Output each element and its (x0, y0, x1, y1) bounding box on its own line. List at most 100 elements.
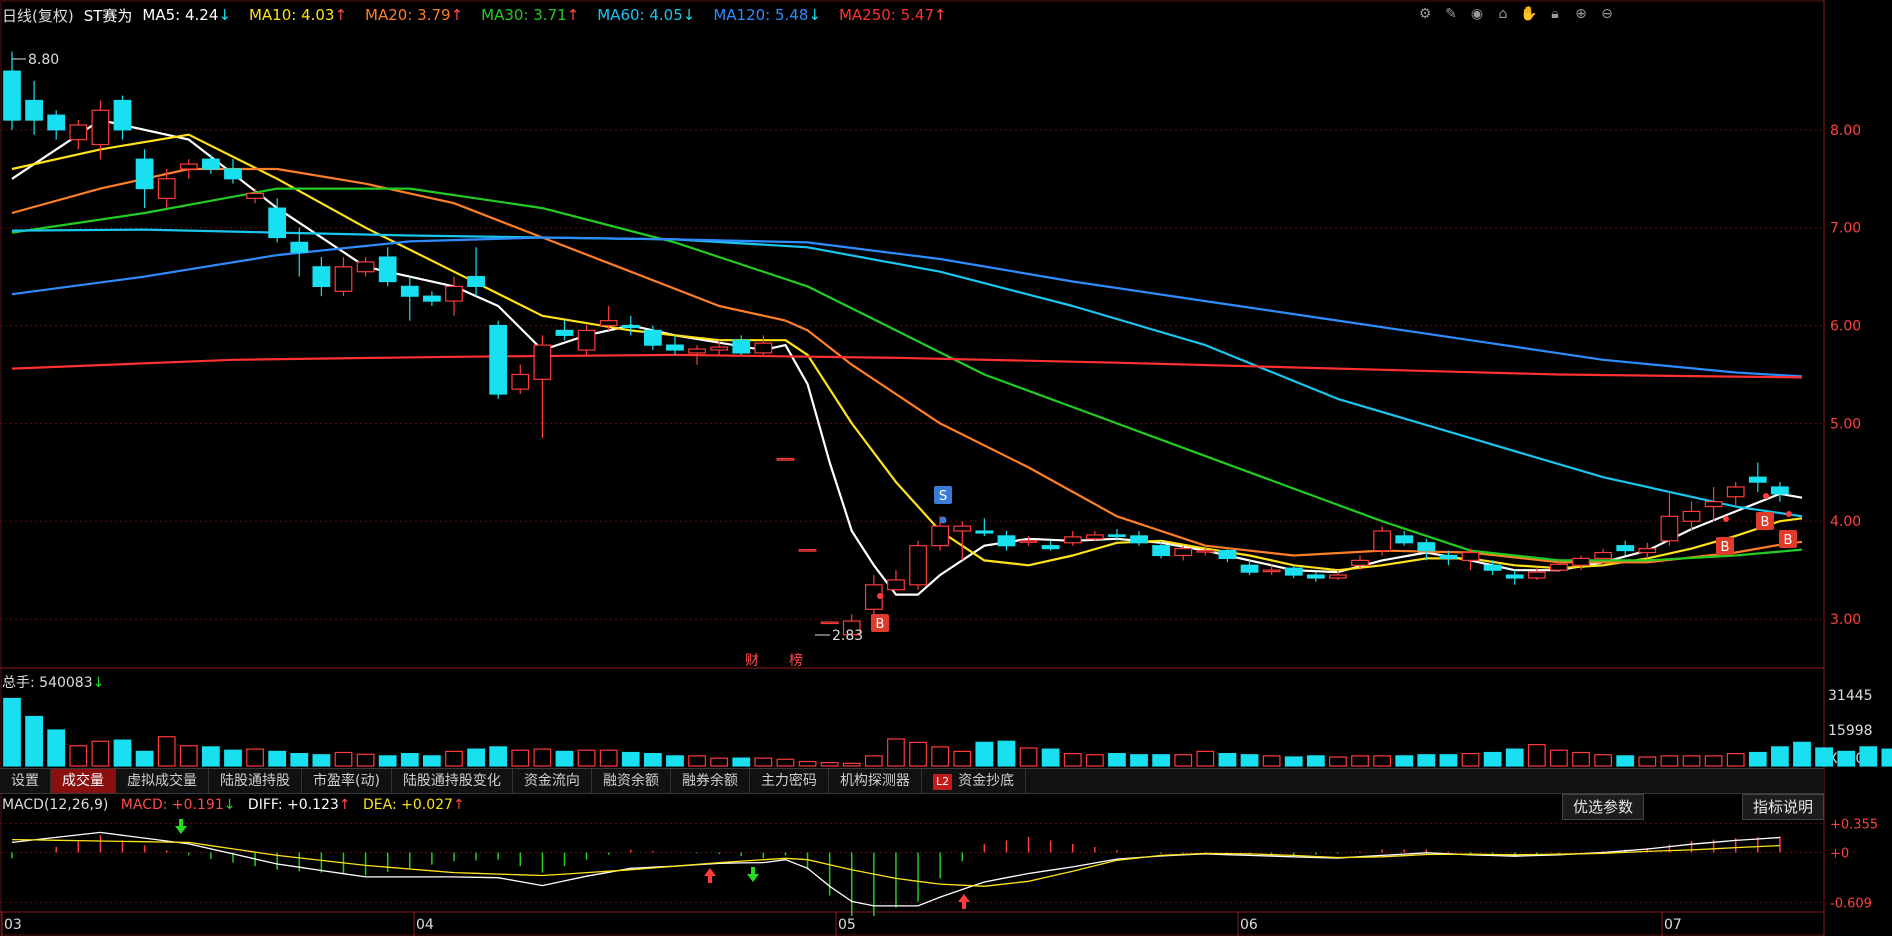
volume-bar (1373, 755, 1392, 767)
candle-body (533, 344, 552, 380)
volume-bar (1439, 754, 1458, 767)
lock-icon[interactable]: 🔒︎ (1545, 4, 1565, 24)
price-axis-label: 7.00 (1830, 221, 1861, 237)
volume-bar (179, 745, 198, 767)
tab-item[interactable]: 成交量 (51, 769, 116, 793)
volume-bar (599, 749, 618, 767)
indicator-help-button[interactable]: 指标说明 (1742, 794, 1825, 820)
candle-body (776, 458, 795, 461)
volume-bar (643, 753, 662, 767)
candle-body (1152, 545, 1171, 557)
ma-arrow: ↑ (450, 6, 464, 24)
candle-body (356, 261, 375, 273)
candle-body (1616, 545, 1635, 552)
buy-marker-dot (1763, 493, 1769, 499)
volume-total: 总手: 540083 (2, 675, 93, 691)
chart-toolbar: ⚙ ✎ ◉ ⌂ ✋ 🔒︎ ⊕ ⊖ (1415, 4, 1617, 24)
candle-body (1373, 530, 1392, 552)
volume-bar (997, 740, 1016, 767)
volume-bar (1041, 748, 1060, 767)
l2-badge: L2 (932, 774, 953, 790)
tab-item[interactable]: 陆股通持股变化 (392, 769, 513, 793)
volume-bar (776, 758, 795, 767)
period-label[interactable]: 日线(复权) (2, 5, 74, 26)
eye-icon[interactable]: ◉ (1467, 4, 1487, 24)
sell-marker: S (939, 489, 947, 504)
volume-bar (489, 746, 508, 767)
volume-bar (1019, 747, 1038, 767)
candle-body (1351, 559, 1369, 566)
candle-body (732, 339, 751, 354)
candle-body (909, 545, 927, 586)
diff-value: DIFF: +0.123 (247, 797, 339, 813)
tab-item[interactable]: 市盈率(动) (302, 769, 392, 793)
tab-item[interactable]: 机构探测器 (829, 769, 922, 793)
volume-bar (1174, 754, 1193, 767)
pen-icon[interactable]: ✎ (1441, 4, 1461, 24)
volume-bar (555, 750, 574, 767)
ma-line (11, 353, 1803, 379)
tab-item[interactable]: 设置 (0, 769, 51, 793)
tab-item[interactable]: 陆股通持股 (209, 769, 302, 793)
candle-body (1439, 554, 1458, 560)
candle-body (887, 579, 905, 591)
ma-item: MA60: 4.05↓ (597, 6, 696, 24)
candle-body (599, 320, 618, 327)
hand-icon[interactable]: ✋ (1519, 4, 1539, 24)
volume-bar (1063, 753, 1082, 767)
candle-body (710, 346, 729, 351)
buy-marker-dot (1786, 511, 1792, 517)
volume-bar (1130, 754, 1148, 767)
ma-arrow: ↑ (934, 6, 947, 24)
volume-bar (422, 755, 441, 767)
ma-arrow: ↑ (334, 6, 348, 24)
candle-body (820, 621, 839, 625)
candle-body (157, 178, 176, 199)
ma-item: MA5: 4.24↓ (142, 6, 231, 24)
volume-bar (445, 750, 463, 767)
candle-body (1417, 542, 1436, 552)
price-axis-label: 6.00 (1830, 319, 1861, 335)
candle-body (489, 324, 508, 395)
volume-axis-label: 15998 (1828, 723, 1873, 739)
candle-body (25, 99, 43, 121)
tab-label: 设置 (11, 773, 39, 789)
candle-body (953, 525, 972, 532)
settings-icon[interactable]: ⚙ (1415, 4, 1435, 24)
date-axis-label: 04 (416, 917, 434, 933)
tab-label: 市盈率(动) (313, 773, 380, 789)
macd-axis-label: +0 (1830, 847, 1849, 862)
ma-line (11, 133, 1803, 572)
tab-item[interactable]: 虚拟成交量 (116, 769, 209, 793)
candle-body (69, 124, 88, 141)
tab-item[interactable]: L2 资金抄底 (922, 769, 1027, 793)
volume-axis-label: 31445 (1828, 688, 1873, 704)
volume-bar (290, 753, 309, 767)
candle-body (555, 329, 574, 336)
tab-label: 陆股通持股 (220, 773, 290, 789)
tab-item[interactable]: 融资余额 (592, 769, 671, 793)
volume-bar (135, 750, 154, 767)
tab-label: 虚拟成交量 (127, 773, 197, 789)
bucket-icon[interactable]: ⌂ (1493, 4, 1513, 24)
tab-item[interactable]: 资金流向 (513, 769, 592, 793)
date-axis-label: 05 (838, 917, 856, 933)
volume-bar (1152, 754, 1171, 767)
tab-label: 主力密码 (760, 773, 817, 789)
volume-bar (1461, 753, 1480, 767)
volume-bar (754, 757, 773, 767)
candle-body (202, 158, 220, 170)
macd-axis-label: +0.355 (1830, 817, 1878, 832)
candle-body (1505, 574, 1524, 579)
volume-bar (975, 741, 994, 767)
tab-item[interactable]: 融券余额 (671, 769, 750, 793)
candle-body (1572, 557, 1590, 566)
zoom-in-icon[interactable]: ⊕ (1571, 4, 1591, 24)
candle-body (1019, 540, 1038, 543)
zoom-out-icon[interactable]: ⊖ (1597, 4, 1617, 24)
candle-body (997, 535, 1016, 547)
optimize-params-button[interactable]: 优选参数 (1562, 794, 1645, 820)
buy-marker: B (876, 617, 885, 632)
tab-item[interactable]: 主力密码 (750, 769, 829, 793)
candle-body (511, 373, 530, 390)
